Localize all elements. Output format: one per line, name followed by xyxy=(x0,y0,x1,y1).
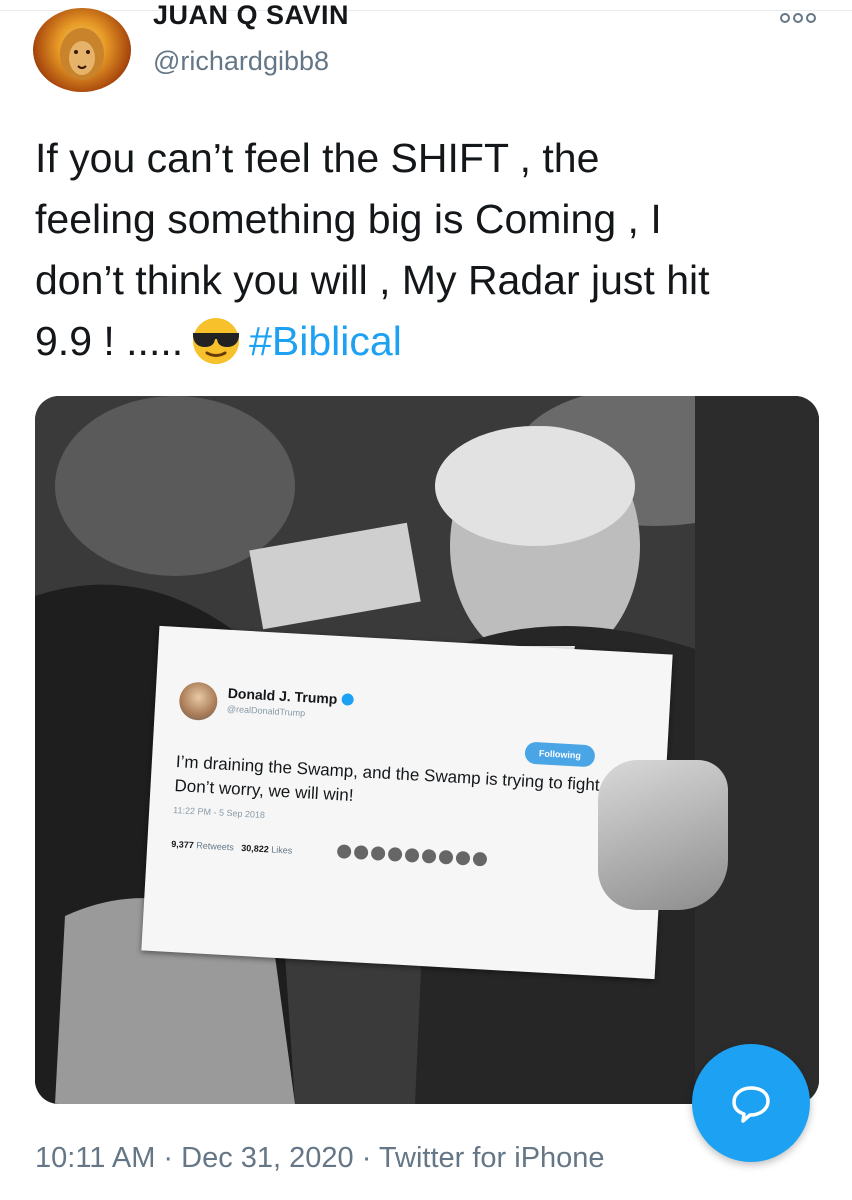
embedded-tweet-card: Donald J. Trump @realDonaldTrump Followi… xyxy=(141,625,673,980)
tweet-text-line: don’t think you will , My Radar just hit xyxy=(35,257,710,303)
sunglasses-emoji-icon xyxy=(193,318,240,364)
card-likes-label: Likes xyxy=(271,844,293,856)
top-divider xyxy=(0,10,852,11)
card-author-name: Donald J. Trump xyxy=(227,684,338,707)
tweet-text-prefix: 9.9 ! ..... xyxy=(35,318,184,364)
tweet-text-line: 9.9 ! ..... #Biblical xyxy=(35,311,825,372)
compose-reply-button[interactable] xyxy=(692,1044,810,1162)
more-options-icon[interactable] xyxy=(780,10,826,26)
hashtag-link[interactable]: #Biblical xyxy=(249,318,402,364)
card-timestamp: 11:22 PM - 5 Sep 2018 xyxy=(172,804,266,821)
card-liker-avatars xyxy=(336,844,488,867)
author-avatar[interactable] xyxy=(33,8,131,92)
compose-reply-icon xyxy=(732,1086,770,1123)
card-likes-count: 30,822 xyxy=(241,842,270,855)
lion-avatar-icon xyxy=(60,28,104,80)
tweet-timestamp-source[interactable]: 10:11 AM · Dec 31, 2020 · Twitter for iP… xyxy=(35,1140,605,1176)
card-retweets-count: 9,377 xyxy=(171,838,195,851)
tweet-text-line: feeling something big is Coming , I xyxy=(35,196,662,242)
author-name[interactable]: JUAN Q SAVIN xyxy=(153,0,349,30)
card-retweets-label: Retweets xyxy=(196,840,235,853)
card-author-handle: @realDonaldTrump xyxy=(226,703,306,719)
tweet-text-line: If you can’t feel the SHIFT , the xyxy=(35,135,600,181)
tweet-text: If you can’t feel the SHIFT , the feelin… xyxy=(35,128,825,372)
verified-badge-icon xyxy=(341,693,354,706)
card-stats: 9,377 Retweets 30,822 Likes xyxy=(171,839,293,856)
card-following-button: Following xyxy=(524,741,596,768)
author-handle[interactable]: @richardgibb8 xyxy=(153,45,329,77)
photo-hand xyxy=(598,760,728,910)
card-avatar xyxy=(178,681,219,722)
